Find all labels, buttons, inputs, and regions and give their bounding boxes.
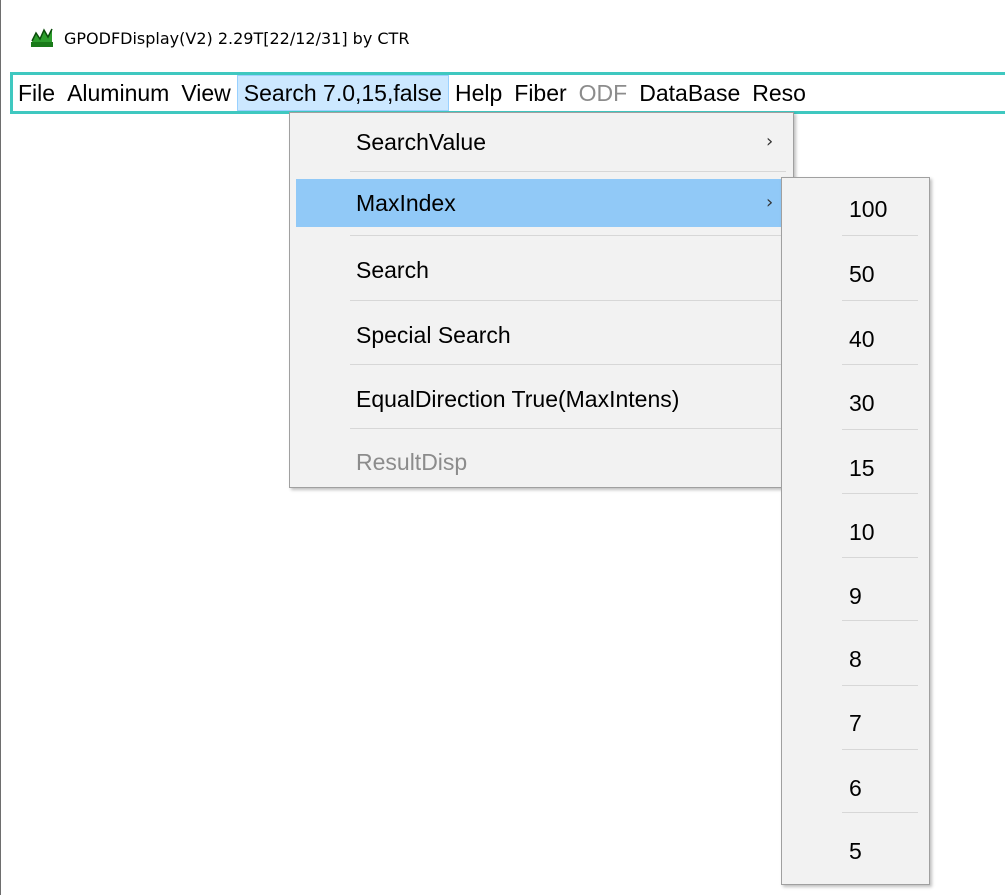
menu-item-maxindex[interactable]: MaxIndex › (296, 179, 786, 227)
menu-database[interactable]: DataBase (633, 75, 746, 111)
title-bar: GPODFDisplay(V2) 2.29T[22/12/31] by CTR (1, 0, 1005, 72)
menu-item-resultdisp[interactable]: ResultDisp (296, 435, 786, 489)
menu-item-label: SearchValue (356, 129, 486, 155)
maxindex-option-10[interactable]: 10 (788, 501, 924, 565)
menu-separator (350, 364, 786, 365)
chevron-right-icon: › (766, 131, 774, 152)
menu-fiber[interactable]: Fiber (508, 75, 572, 111)
menu-separator (350, 428, 786, 429)
menu-separator (842, 235, 918, 236)
menu-separator (842, 300, 918, 301)
menu-item-searchvalue[interactable]: SearchValue › (296, 115, 786, 169)
menu-separator (350, 171, 786, 172)
maxindex-option-8[interactable]: 8 (788, 628, 924, 692)
menu-separator (842, 685, 918, 686)
menu-separator (842, 493, 918, 494)
maxindex-option-7[interactable]: 7 (788, 692, 924, 756)
menu-separator (350, 235, 786, 236)
menu-search[interactable]: Search 7.0,15,false (236, 75, 449, 111)
window-title: GPODFDisplay(V2) 2.29T[22/12/31] by CTR (64, 29, 410, 48)
option-label: 5 (849, 838, 862, 864)
maxindex-submenu: 100 50 40 30 15 10 9 8 7 6 5 (781, 177, 930, 885)
menu-separator (842, 749, 918, 750)
menu-reso[interactable]: Reso (746, 75, 812, 111)
search-dropdown-menu: SearchValue › MaxIndex › Search Special … (289, 112, 794, 488)
menu-item-search[interactable]: Search (296, 243, 786, 297)
menu-separator (350, 300, 786, 301)
app-window: GPODFDisplay(V2) 2.29T[22/12/31] by CTR … (0, 0, 1005, 895)
option-label: 30 (849, 390, 875, 416)
option-label: 9 (849, 583, 862, 609)
menu-item-special-search[interactable]: Special Search (296, 308, 786, 362)
option-label: 8 (849, 646, 862, 672)
maxindex-option-100[interactable]: 100 (788, 178, 924, 242)
menu-separator (842, 620, 918, 621)
menu-separator (842, 557, 918, 558)
option-label: 10 (849, 519, 875, 545)
menu-item-label: EqualDirection True(MaxIntens) (356, 386, 680, 412)
menu-aluminum[interactable]: Aluminum (61, 75, 175, 111)
menu-item-label: MaxIndex (356, 190, 456, 216)
menu-item-label: ResultDisp (356, 449, 468, 475)
chevron-right-icon: › (766, 192, 774, 213)
menu-item-equaldirection[interactable]: EqualDirection True(MaxIntens) (296, 372, 786, 426)
maxindex-option-40[interactable]: 40 (788, 308, 924, 372)
menu-help[interactable]: Help (449, 75, 508, 111)
option-label: 7 (849, 710, 862, 736)
menu-separator (842, 364, 918, 365)
option-label: 6 (849, 775, 862, 801)
maxindex-option-50[interactable]: 50 (788, 243, 924, 307)
menu-separator (842, 429, 918, 430)
maxindex-option-15[interactable]: 15 (788, 437, 924, 501)
menu-item-label: Special Search (356, 322, 511, 348)
app-icon (31, 28, 53, 47)
option-label: 40 (849, 326, 875, 352)
option-label: 100 (849, 196, 888, 222)
maxindex-option-5[interactable]: 5 (788, 820, 924, 884)
menu-view[interactable]: View (175, 75, 236, 111)
menu-file[interactable]: File (13, 75, 61, 111)
maxindex-option-30[interactable]: 30 (788, 372, 924, 436)
menu-item-label: Search (356, 257, 429, 283)
menu-separator (842, 812, 918, 813)
menu-bar: File Aluminum View Search 7.0,15,false H… (10, 72, 1005, 114)
option-label: 15 (849, 455, 875, 481)
option-label: 50 (849, 261, 875, 287)
menu-odf[interactable]: ODF (573, 75, 634, 111)
